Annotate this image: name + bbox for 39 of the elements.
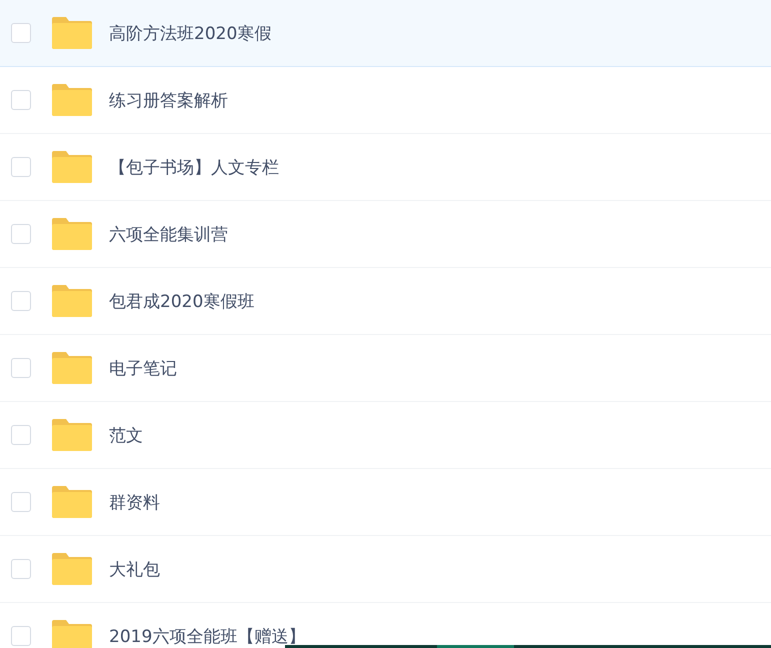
- folder-icon: [52, 352, 92, 384]
- folder-name: 2019六项全能班【赠送】: [109, 626, 306, 648]
- folder-name: 电子笔记: [109, 358, 177, 380]
- folder-icon: [52, 553, 92, 585]
- checkbox[interactable]: [11, 157, 31, 177]
- folder-name: 大礼包: [109, 558, 160, 580]
- folder-icon: [52, 285, 92, 317]
- folder-name: 【包子书场】人文专栏: [109, 156, 279, 178]
- folder-icon: [52, 17, 92, 49]
- folder-row[interactable]: 电子笔记: [0, 335, 771, 402]
- checkbox[interactable]: [11, 492, 31, 512]
- folder-row[interactable]: 包君成2020寒假班: [0, 268, 771, 335]
- folder-row[interactable]: 练习册答案解析: [0, 67, 771, 134]
- checkbox[interactable]: [11, 23, 31, 43]
- folder-icon: [52, 419, 92, 451]
- folder-row[interactable]: 高阶方法班2020寒假: [0, 0, 771, 67]
- folder-icon: [52, 620, 92, 648]
- folder-icon: [52, 486, 92, 518]
- folder-name: 群资料: [109, 492, 160, 514]
- folder-name: 六项全能集训营: [109, 224, 228, 246]
- folder-icon: [52, 84, 92, 116]
- checkbox[interactable]: [11, 425, 31, 445]
- folder-name: 范文: [109, 424, 143, 446]
- folder-row[interactable]: 群资料: [0, 469, 771, 536]
- checkbox[interactable]: [11, 626, 31, 646]
- checkbox[interactable]: [11, 224, 31, 244]
- checkbox[interactable]: [11, 559, 31, 579]
- folder-row[interactable]: 六项全能集训营: [0, 201, 771, 268]
- folder-icon: [52, 151, 92, 183]
- folder-row[interactable]: 大礼包: [0, 536, 771, 603]
- checkbox[interactable]: [11, 90, 31, 110]
- folder-row[interactable]: 范文: [0, 402, 771, 469]
- folder-row[interactable]: 【包子书场】人文专栏: [0, 134, 771, 201]
- checkbox[interactable]: [11, 291, 31, 311]
- folder-name: 高阶方法班2020寒假: [109, 22, 272, 44]
- folder-name: 练习册答案解析: [109, 90, 228, 112]
- checkbox[interactable]: [11, 358, 31, 378]
- folder-icon: [52, 218, 92, 250]
- folder-name: 包君成2020寒假班: [109, 290, 254, 312]
